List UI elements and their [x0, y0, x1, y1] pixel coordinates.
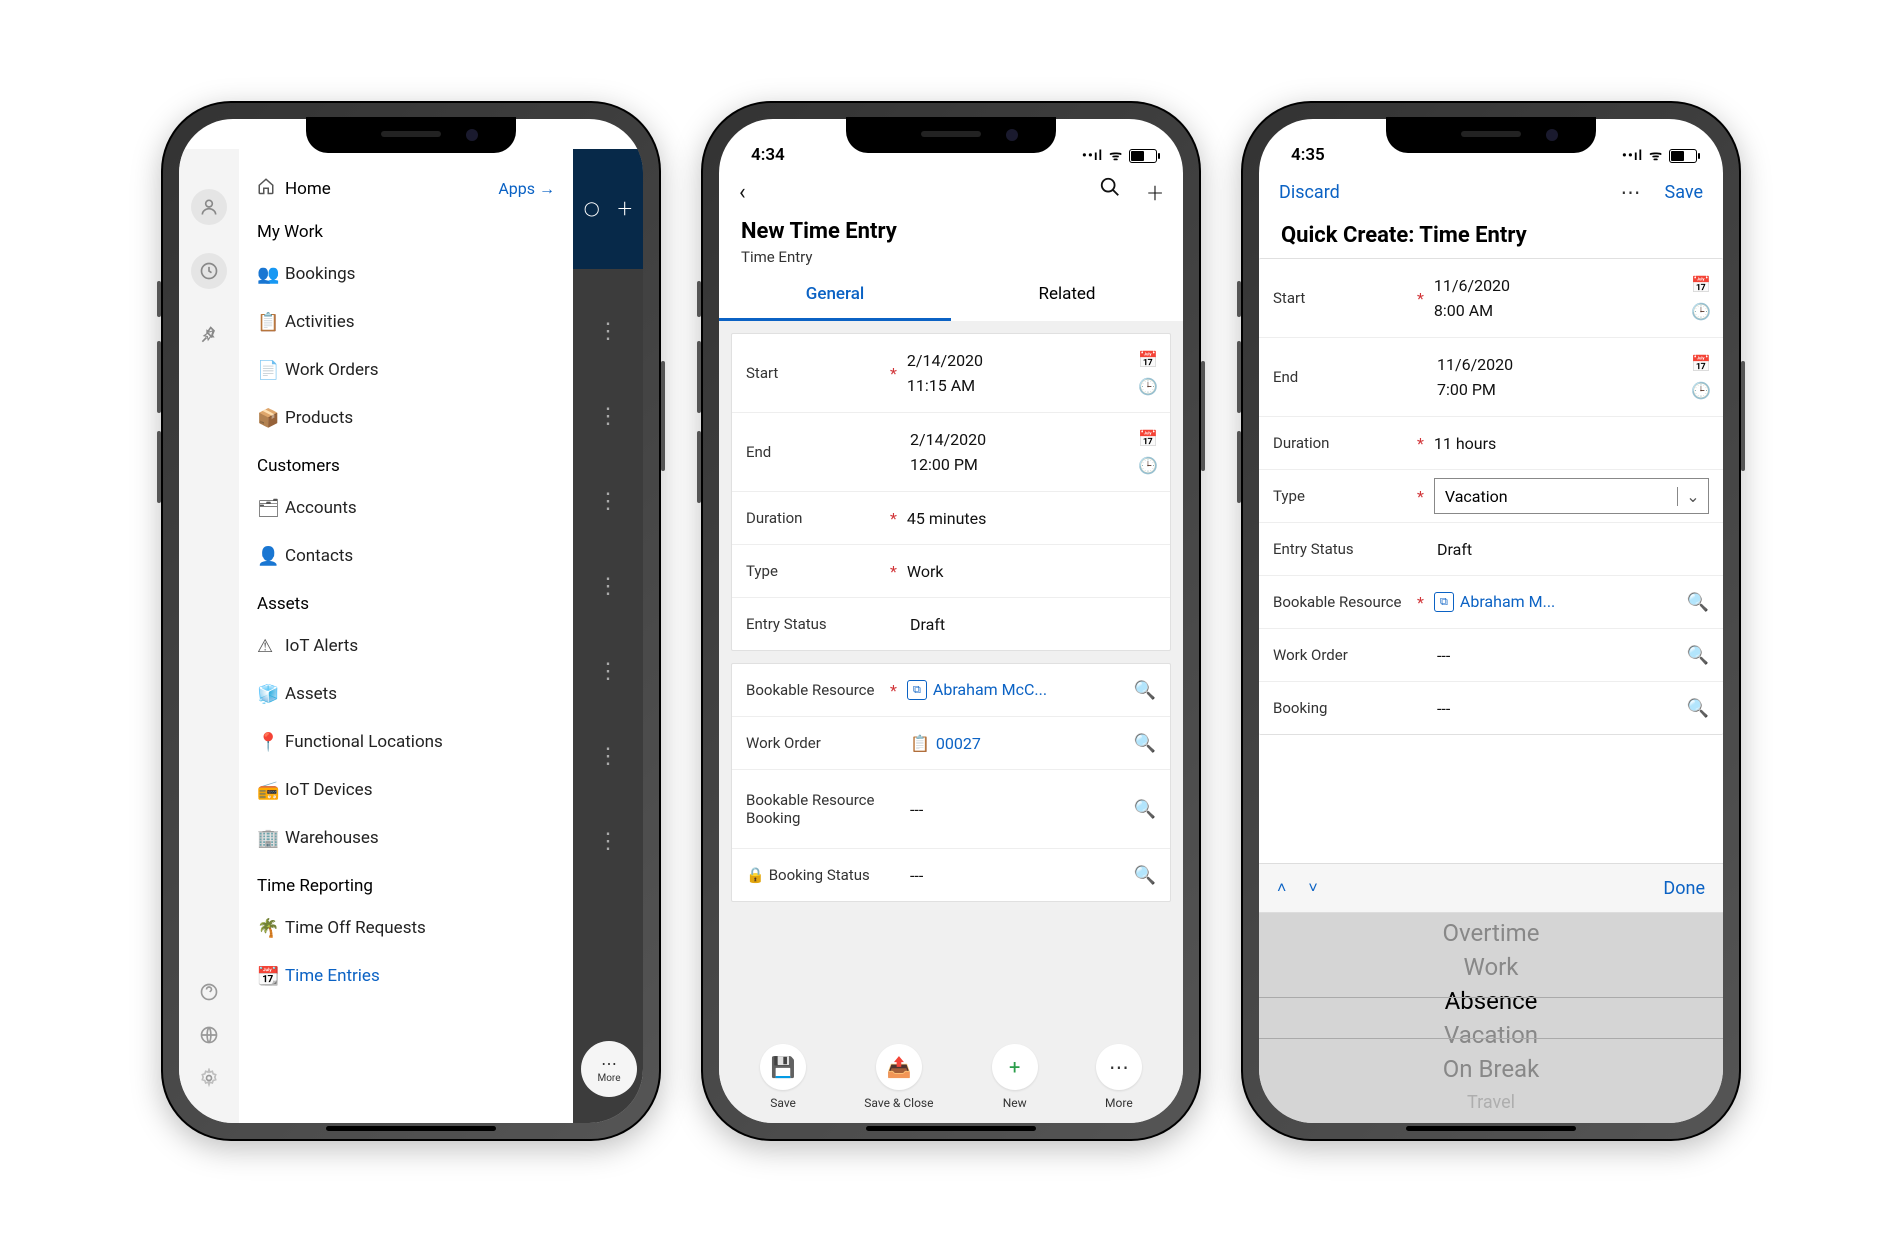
- save-close-button[interactable]: 📤Save & Close: [864, 1044, 933, 1110]
- sitemap-menu: Home Apps → My Work 👥Bookings 📋Activitie…: [239, 149, 573, 1123]
- battery-icon: [1669, 149, 1697, 163]
- nav-work-orders[interactable]: 📄Work Orders: [239, 346, 573, 394]
- save-button[interactable]: Save: [1665, 182, 1704, 203]
- field-end: End 2/14/2020 12:00 PM 📅🕒: [732, 412, 1170, 491]
- nav-functional-locations[interactable]: 📍Functional Locations: [239, 718, 573, 766]
- page-subtitle: Time Entry: [719, 246, 1183, 270]
- help-icon[interactable]: [199, 982, 219, 1007]
- section-mywork: My Work: [239, 208, 573, 250]
- battery-icon: [1129, 149, 1157, 163]
- lock-icon: 🔒: [746, 866, 765, 884]
- section-assets: Assets: [239, 580, 573, 622]
- nav-home[interactable]: Home: [285, 179, 331, 199]
- field-end: End 11/6/2020 7:00 PM 📅🕒: [1259, 337, 1723, 416]
- search-icon[interactable]: 🔍: [1687, 592, 1709, 613]
- discard-button[interactable]: Discard: [1279, 182, 1340, 203]
- nav-bookings[interactable]: 👥Bookings: [239, 250, 573, 298]
- clock-icon[interactable]: 🕒: [1138, 377, 1156, 396]
- status-bar: 4:34 ••ıl ᯤ: [719, 119, 1183, 167]
- field-entry-status: Entry Status Draft: [732, 597, 1170, 650]
- picker-toolbar: ˄ ˅ Done: [1259, 863, 1723, 913]
- nav-iot-alerts[interactable]: ⚠IoT Alerts: [239, 622, 573, 670]
- nav-warehouses[interactable]: 🏢Warehouses: [239, 814, 573, 862]
- field-booking-status: 🔒Booking Status --- 🔍: [732, 848, 1170, 901]
- phone-new-time-entry: 4:34 ••ıl ᯤ ‹ + New Time Entry Time Entr…: [701, 101, 1201, 1141]
- calendar-icon[interactable]: 📅: [1138, 429, 1156, 448]
- field-type: Type * Work: [732, 544, 1170, 597]
- recent-icon[interactable]: [191, 253, 227, 289]
- picker-up-icon[interactable]: ˄: [1277, 878, 1286, 898]
- phone-navigation: ◯+ ⋮⋮⋮⋮⋮⋮⋮ ⋯More: [161, 101, 661, 1141]
- search-icon[interactable]: 🔍: [1134, 733, 1156, 754]
- field-work-order: Work Order 📋00027 🔍: [732, 716, 1170, 769]
- picker-wheel[interactable]: Overtime Work Absence Vacation On Break …: [1259, 913, 1723, 1123]
- add-icon[interactable]: +: [1147, 176, 1163, 209]
- nav-accounts[interactable]: 🗂Accounts: [239, 484, 573, 532]
- settings-icon[interactable]: [199, 1068, 219, 1093]
- status-bar: 4:35 ••ıl ᯤ: [1259, 119, 1723, 167]
- page-title: New Time Entry: [719, 217, 1183, 246]
- signal-icon: ••ıl: [1082, 148, 1103, 164]
- more-pill[interactable]: ⋯More: [581, 1041, 637, 1097]
- avatar-icon[interactable]: [191, 189, 227, 225]
- section-time-reporting: Time Reporting: [239, 862, 573, 904]
- field-booking: Booking --- 🔍: [1259, 681, 1723, 734]
- page-title: Quick Create: Time Entry: [1259, 217, 1723, 258]
- phone-quick-create: 4:35 ••ıl ᯤ Discard ⋯ Save Quick Create:…: [1241, 101, 1741, 1141]
- type-select[interactable]: Vacation ⌄: [1434, 478, 1709, 514]
- clock-icon[interactable]: 🕒: [1691, 302, 1709, 321]
- wifi-icon: ᯤ: [1109, 146, 1123, 165]
- search-icon[interactable]: 🔍: [1134, 799, 1156, 820]
- search-icon[interactable]: 🔍: [1687, 645, 1709, 666]
- field-bookable-resource-booking: Bookable Resource Booking --- 🔍: [732, 769, 1170, 848]
- overflow-icon[interactable]: ⋯: [1621, 180, 1643, 204]
- clock-icon[interactable]: 🕒: [1691, 381, 1709, 400]
- field-work-order: Work Order --- 🔍: [1259, 628, 1723, 681]
- nav-iot-devices[interactable]: 📻IoT Devices: [239, 766, 573, 814]
- field-start: Start * 11/6/2020 8:00 AM 📅🕒: [1259, 259, 1723, 337]
- signal-icon: ••ıl: [1622, 148, 1643, 164]
- field-entry-status: Entry Status Draft: [1259, 522, 1723, 575]
- status-time: 4:34: [751, 145, 785, 165]
- home-icon: [257, 177, 275, 200]
- calendar-icon[interactable]: 📅: [1138, 350, 1156, 369]
- more-button[interactable]: ⋯More: [1096, 1044, 1142, 1110]
- field-start: Start * 2/14/2020 11:15 AM 📅🕒: [732, 334, 1170, 412]
- background-header: ◯+: [573, 149, 643, 269]
- nav-activities[interactable]: 📋Activities: [239, 298, 573, 346]
- search-icon[interactable]: [1099, 176, 1121, 209]
- new-button[interactable]: +New: [992, 1044, 1038, 1110]
- calendar-icon[interactable]: 📅: [1691, 275, 1709, 294]
- globe-icon[interactable]: [199, 1025, 219, 1050]
- back-button[interactable]: ‹: [739, 180, 746, 205]
- field-type: Type * Vacation ⌄: [1259, 469, 1723, 522]
- picker-down-icon[interactable]: ˅: [1308, 878, 1317, 898]
- nav-time-entries[interactable]: 📆Time Entries: [239, 952, 573, 1000]
- save-button[interactable]: 💾Save: [760, 1044, 806, 1110]
- status-time: 4:35: [1291, 145, 1325, 165]
- search-icon[interactable]: 🔍: [1134, 865, 1156, 886]
- apps-link[interactable]: Apps →: [498, 179, 555, 199]
- tab-related[interactable]: Related: [951, 270, 1183, 321]
- field-duration: Duration * 11 hours: [1259, 416, 1723, 469]
- search-icon[interactable]: 🔍: [1687, 698, 1709, 719]
- field-bookable-resource: Bookable Resource * ⧉Abraham M... 🔍: [1259, 575, 1723, 628]
- field-bookable-resource: Bookable Resource * ⧉Abraham McC... 🔍: [732, 664, 1170, 716]
- nav-rail: [179, 149, 239, 1123]
- wifi-icon: ᯤ: [1649, 146, 1663, 165]
- tab-general[interactable]: General: [719, 270, 951, 321]
- nav-products[interactable]: 📦Products: [239, 394, 573, 442]
- chevron-down-icon: ⌄: [1677, 487, 1708, 506]
- pin-icon[interactable]: [191, 317, 227, 353]
- field-duration: Duration * 45 minutes: [732, 491, 1170, 544]
- nav-time-off[interactable]: 🌴Time Off Requests: [239, 904, 573, 952]
- calendar-icon[interactable]: 📅: [1691, 354, 1709, 373]
- clock-icon[interactable]: 🕒: [1138, 456, 1156, 475]
- picker-done-button[interactable]: Done: [1663, 878, 1705, 899]
- nav-assets[interactable]: 🧊Assets: [239, 670, 573, 718]
- nav-contacts[interactable]: 👤Contacts: [239, 532, 573, 580]
- bottom-bar: 💾Save 📤Save & Close +New ⋯More: [719, 1031, 1183, 1123]
- search-icon[interactable]: 🔍: [1134, 680, 1156, 701]
- section-customers: Customers: [239, 442, 573, 484]
